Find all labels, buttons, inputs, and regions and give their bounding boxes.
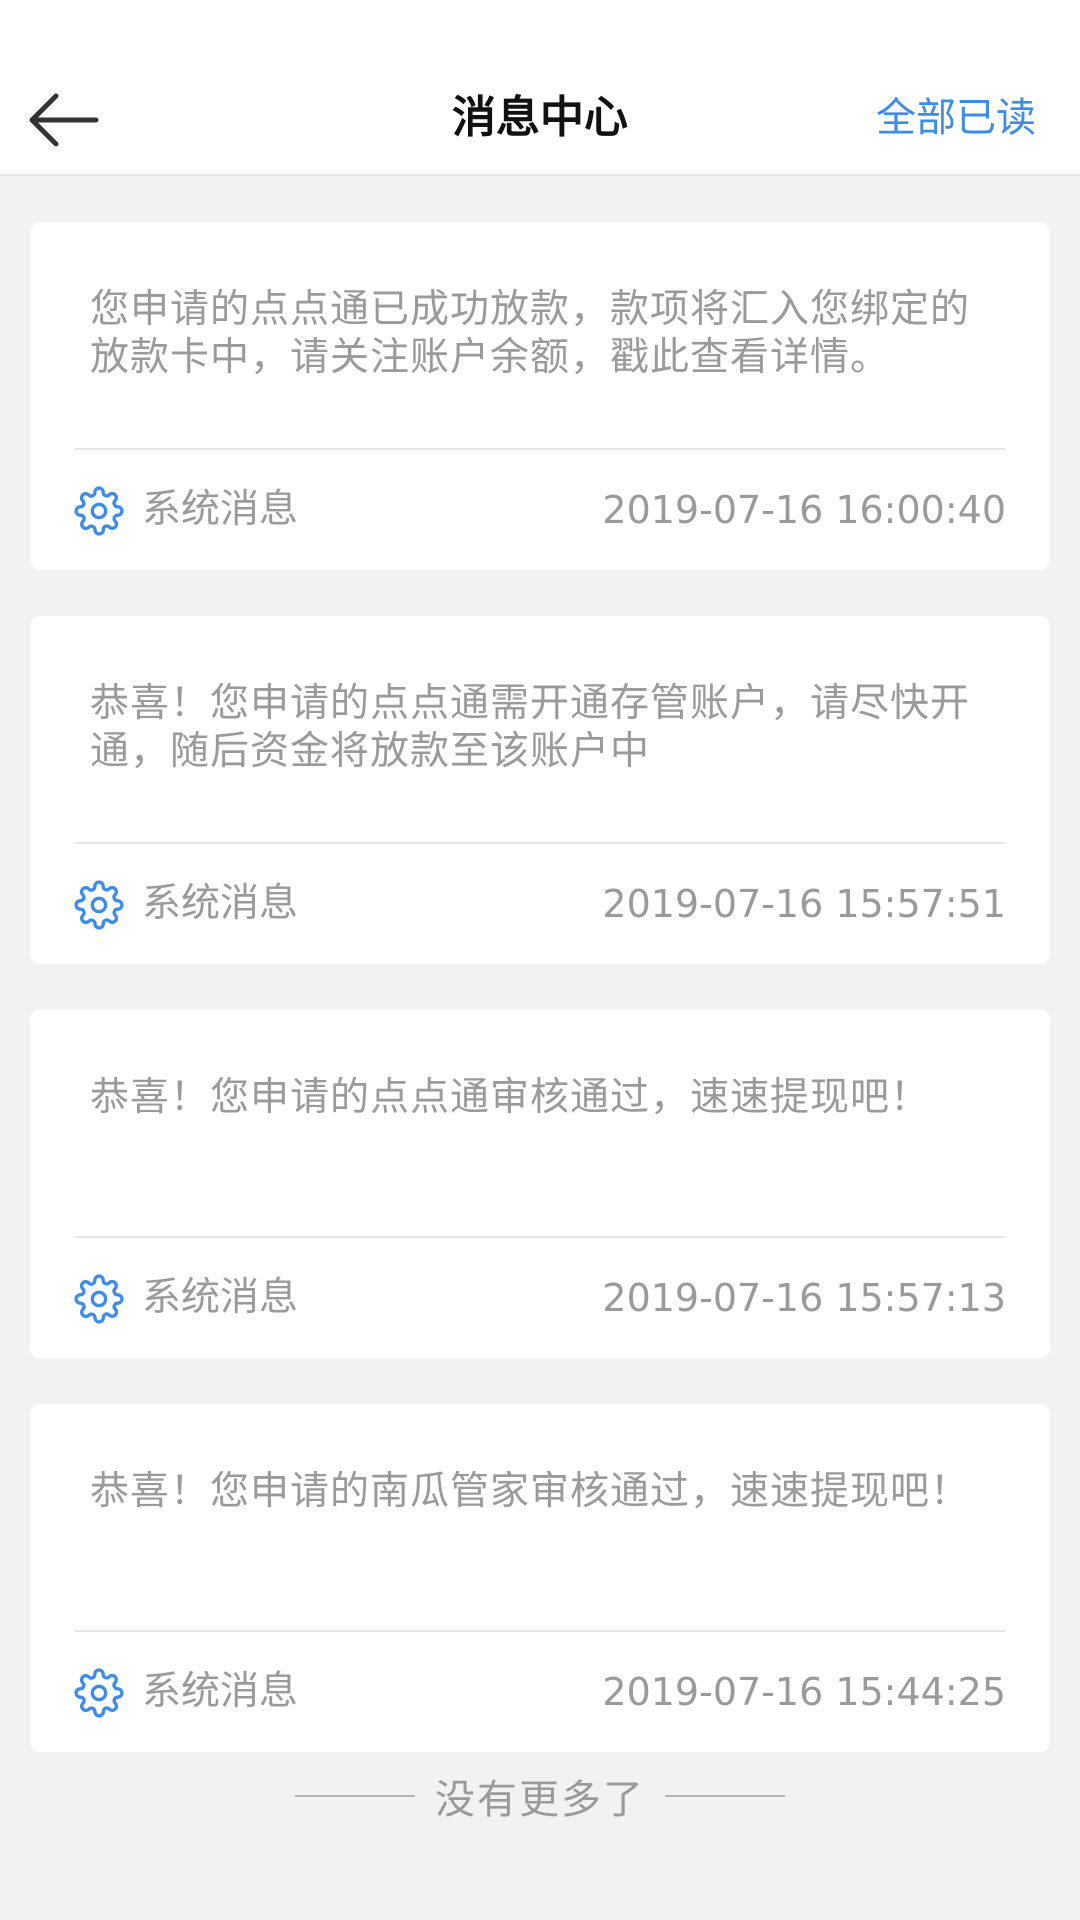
status-bar	[0, 0, 1080, 62]
message-card[interactable]: 恭喜！您申请的点点通需开通存管账户，请尽快开通，随后资金将放款至该账户中 系统消…	[30, 616, 1050, 964]
divider-line	[665, 1795, 785, 1797]
gear-icon	[74, 880, 124, 930]
message-time: 2019-07-16 15:57:51	[602, 882, 1006, 926]
message-time: 2019-07-16 16:00:40	[602, 488, 1006, 532]
message-type: 系统消息	[142, 1275, 299, 1320]
message-card[interactable]: 恭喜！您申请的南瓜管家审核通过，速速提现吧！ 系统消息 2019-07-16 1…	[30, 1404, 1050, 1752]
message-type: 系统消息	[142, 881, 299, 926]
message-type: 系统消息	[142, 487, 299, 532]
message-card[interactable]: 您申请的点点通已成功放款，款项将汇入您绑定的放款卡中，请关注账户余额，戳此查看详…	[30, 222, 1050, 570]
message-footer: 系统消息 2019-07-16 15:57:51	[30, 844, 1050, 964]
message-text: 恭喜！您申请的点点通需开通存管账户，请尽快开通，随后资金将放款至该账户中	[90, 681, 971, 774]
message-list: 您申请的点点通已成功放款，款项将汇入您绑定的放款卡中，请关注账户余额，戳此查看详…	[0, 176, 1080, 1752]
message-card[interactable]: 恭喜！您申请的点点通审核通过，速速提现吧！ 系统消息 2019-07-16 15…	[30, 1010, 1050, 1358]
gear-icon	[74, 1668, 124, 1718]
message-time: 2019-07-16 15:44:25	[602, 1670, 1006, 1714]
gear-icon	[74, 486, 124, 536]
message-text: 恭喜！您申请的南瓜管家审核通过，速速提现吧！	[90, 1469, 971, 1514]
gear-icon	[74, 1274, 124, 1324]
mark-all-read-button[interactable]: 全部已读	[876, 62, 1036, 174]
message-text: 恭喜！您申请的点点通审核通过，速速提现吧！	[90, 1075, 931, 1120]
divider-line	[295, 1795, 415, 1797]
message-time: 2019-07-16 15:57:13	[602, 1276, 1006, 1320]
nav-bar: 消息中心 全部已读	[0, 62, 1080, 176]
message-text: 您申请的点点通已成功放款，款项将汇入您绑定的放款卡中，请关注账户余额，戳此查看详…	[90, 287, 971, 380]
end-of-list: 没有更多了	[0, 1766, 1080, 1826]
message-footer: 系统消息 2019-07-16 15:57:13	[30, 1238, 1050, 1358]
message-type: 系统消息	[142, 1669, 299, 1714]
no-more-text: 没有更多了	[435, 1777, 645, 1823]
message-footer: 系统消息 2019-07-16 16:00:40	[30, 450, 1050, 570]
message-footer: 系统消息 2019-07-16 15:44:25	[30, 1632, 1050, 1752]
